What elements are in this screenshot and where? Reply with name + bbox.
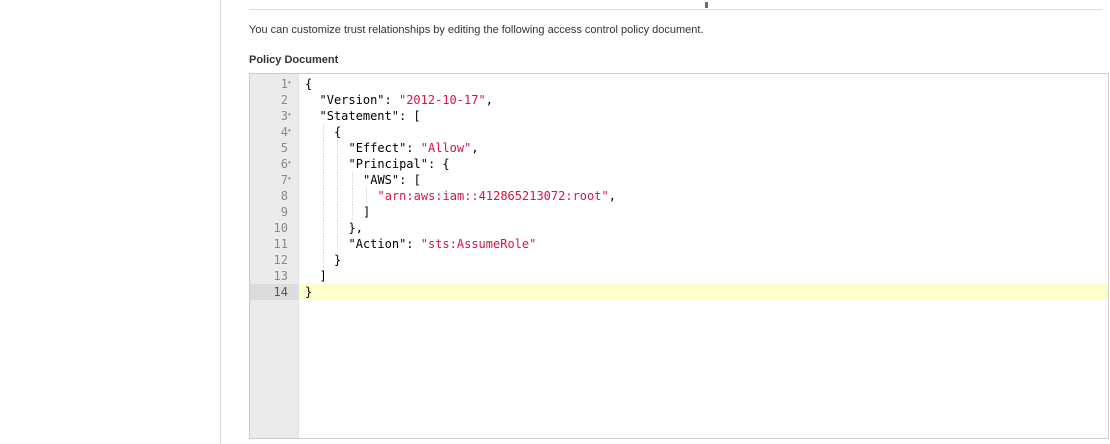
gutter-row: 9 [250,204,298,220]
code-line[interactable]: "Version": "2012-10-17", [299,92,1108,108]
gutter-row: 7 ▾ [250,172,298,188]
code-token: "Version": [319,93,399,107]
code-line[interactable]: { [299,76,1108,92]
gutter-row: 11 [250,236,298,252]
line-number: 5 [280,141,288,155]
indent-guide [351,172,354,188]
indent-guide [322,236,325,252]
code-token: { [334,125,342,139]
fold-toggle-icon[interactable]: ▾ [287,155,292,171]
description-text: You can customize trust relationships by… [249,24,704,36]
code-line[interactable]: ] [299,268,1108,284]
indent-guide [322,204,325,220]
gutter-row: 5 [250,140,298,156]
code-token: , [471,141,479,155]
code-line[interactable]: }, [299,220,1108,236]
indent-guide [351,188,354,204]
code-token: } [334,253,342,267]
left-navigation-panel [0,0,221,444]
indent-guide [337,156,339,172]
code-line[interactable]: } [299,284,1108,300]
gutter-row: 12 [250,252,298,268]
indent-guide [337,172,339,188]
code-token: "Statement": [ [319,109,421,123]
code-token: "AWS": [ [363,173,421,187]
code-token: , [608,189,616,203]
indent-guide [322,124,325,140]
line-number-gutter: 1 ▾ 2 3 ▾ 4 ▾ 5 6 ▾ 7 ▾ 8 9 10 11 12 13 14 [250,74,299,438]
gutter-row: 6 ▾ [250,156,298,172]
header-cut-off-glyph [705,2,708,8]
code-line[interactable]: "Statement": [ [299,108,1108,124]
gutter-row: 10 [250,220,298,236]
indent-guide [337,236,339,252]
gutter-row: 4 ▾ [250,124,298,140]
fold-toggle-icon[interactable]: ▾ [287,123,292,139]
code-line[interactable]: "Effect": "Allow", [299,140,1108,156]
code-token: "Action": [348,237,421,251]
string-token: "Allow" [420,141,472,155]
code-token: } [305,285,313,299]
code-token: ] [319,269,327,283]
code-line[interactable]: "Action": "sts:AssumeRole" [299,236,1108,252]
indent-guide [366,188,368,204]
indent-guide [322,220,325,236]
gutter-row: 3 ▾ [250,108,298,124]
code-token: { [305,77,313,91]
code-line[interactable]: "AWS": [ [299,172,1108,188]
indent-guide [337,220,339,236]
line-number: 8 [280,189,288,203]
gutter-row: 8 [250,188,298,204]
indent-guide [322,156,325,172]
gutter-row: 1 ▾ [250,76,298,92]
line-number: 9 [280,205,288,219]
indent-guide [322,172,325,188]
line-number: 10 [273,221,288,235]
line-number: 2 [280,93,288,107]
indent-guide [337,140,339,156]
code-area[interactable]: {"Version": "2012-10-17", "Statement": [{… [299,74,1108,438]
line-number: 12 [273,253,288,267]
gutter-row: 13 [250,268,298,284]
gutter-row: 14 [250,284,298,300]
code-token: "Principal": { [348,157,450,171]
indent-guide [337,188,339,204]
string-token: "2012-10-17" [398,93,486,107]
fold-toggle-icon[interactable]: ▾ [287,107,292,123]
code-line[interactable]: "arn:aws:iam::412865213072:root", [299,188,1108,204]
fold-toggle-icon[interactable]: ▾ [287,171,292,187]
code-token: "Effect": [348,141,421,155]
policy-document-label: Policy Document [249,54,339,66]
code-line[interactable]: { [299,124,1108,140]
code-token: ] [363,205,371,219]
code-line[interactable]: ] [299,204,1108,220]
main-content: You can customize trust relationships by… [221,0,1110,444]
indent-guide [351,204,354,220]
indent-guide [322,140,325,156]
indent-guide [322,188,325,204]
indent-guide [337,204,339,220]
header-divider [249,9,1102,10]
policy-document-editor[interactable]: 1 ▾ 2 3 ▾ 4 ▾ 5 6 ▾ 7 ▾ 8 9 10 11 12 13 14 {"Version": "20… [249,73,1109,439]
code-token: , [485,93,493,107]
string-token: "arn:aws:iam::412865213072:root" [377,189,609,203]
code-token: }, [348,221,363,235]
gutter-row: 2 [250,92,298,108]
fold-toggle-icon[interactable]: ▾ [287,75,292,91]
code-line[interactable]: "Principal": { [299,156,1108,172]
line-number: 13 [273,269,288,283]
line-number: 11 [273,237,288,251]
indent-guide [322,252,325,268]
code-line[interactable]: } [299,252,1108,268]
string-token: "sts:AssumeRole" [420,237,537,251]
line-number: 14 [273,285,288,299]
